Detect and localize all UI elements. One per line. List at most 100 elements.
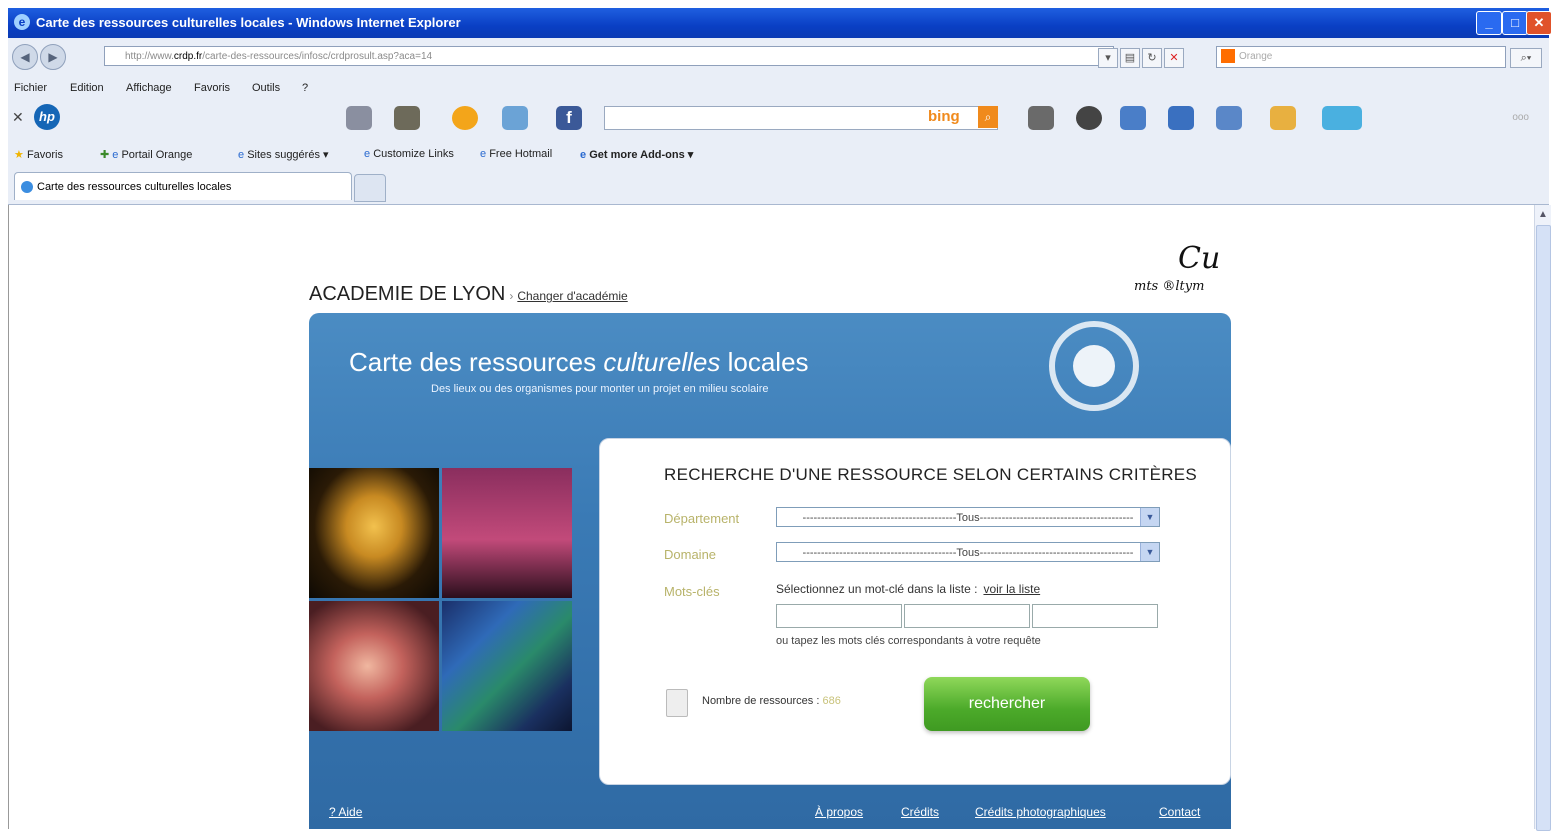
fav-portail-orange[interactable]: ✚ e Portail Orange [100,148,192,161]
credits-link[interactable]: Crédits [901,805,939,819]
tab-active[interactable]: Carte des ressources culturelles locales [14,172,352,200]
scroll-thumb[interactable] [1536,225,1551,831]
fav-sites-suggeres[interactable]: e Sites suggérés ▾ [238,148,329,161]
voir-la-liste-link[interactable]: voir la liste [983,582,1040,596]
search-placeholder: Orange [1239,51,1273,62]
tool-icon-6[interactable] [1216,106,1242,130]
tool-icon-7[interactable] [1270,106,1296,130]
fav-customize-links[interactable]: e Customize Links [364,148,454,160]
weather-icon[interactable] [452,106,478,130]
dropdown-icon[interactable]: ▾ [1098,48,1118,68]
menu-outils[interactable]: Outils [252,82,280,94]
keyword-input-1[interactable] [776,604,902,628]
credits-photo-link[interactable]: Crédits photographiques [975,805,1106,819]
fav-customize-label: Customize Links [373,148,454,160]
close-toolbar-icon[interactable]: ✕ [12,109,24,126]
forward-icon[interactable]: ▶ [40,44,66,70]
url-prefix: http://www. [125,51,174,62]
window-title: Carte des ressources culturelles locales… [36,15,461,30]
keyword-input-2[interactable] [904,604,1030,628]
menu-fichier[interactable]: Fichier [14,82,47,94]
scroll-up-icon[interactable]: ▲ [1535,207,1551,223]
fav-hotmail-label: Free Hotmail [489,148,553,160]
eye-icon[interactable] [1076,106,1102,130]
fav-portail-label: Portail Orange [121,149,193,161]
hp-logo-icon[interactable]: hp [34,104,60,130]
keyword-hint-text: Sélectionnez un mot-clé dans la liste : [776,582,978,596]
favorites-button[interactable]: ★ Favoris [14,148,63,161]
ie-page-icon: e [112,149,119,161]
domaine-select[interactable]: ----------------------------------------… [776,542,1160,562]
minimize-button[interactable]: _ [1476,11,1502,35]
new-tab-button[interactable] [354,174,386,202]
bing-search-icon[interactable]: ⌕ [978,106,998,128]
menu-affichage[interactable]: Affichage [126,82,172,94]
orange-icon [1221,49,1235,64]
resource-count: Nombre de ressources : 686 [702,695,841,707]
menu-help[interactable]: ? [302,82,308,94]
hp-toolbar: ✕ hp f bing ⌕ ooo [8,100,1549,134]
search-box[interactable]: Orange [1216,46,1506,68]
photo-performer [309,601,439,731]
banner-title: Carte des ressources culturelles locales [349,347,809,378]
bing-logo: bing [928,108,960,125]
chat-icon[interactable] [1168,106,1194,130]
more-icon[interactable]: ooo [1512,112,1529,123]
chevron-down-icon[interactable]: ▼ [1140,508,1159,526]
maximize-button[interactable]: □ [1502,11,1528,35]
aide-link[interactable]: ? Aide [329,805,362,819]
count-label: Nombre de ressources : [702,695,820,707]
menu-favoris[interactable]: Favoris [194,82,230,94]
tool-icon-4[interactable] [502,106,528,130]
chevron-down-icon[interactable]: ▼ [1140,543,1159,561]
menu-bar: Fichier Edition Affichage Favoris Outils… [8,78,1549,98]
fav-sites-label: Sites suggérés ▾ [247,149,329,161]
compat-icon[interactable]: ▤ [1120,48,1140,68]
window-titlebar: e Carte des ressources culturelles local… [8,8,1552,38]
tool-icon-2[interactable] [394,106,420,130]
photo-collage [309,468,575,734]
menu-edition[interactable]: Edition [70,82,104,94]
ie-icon: e [14,14,30,30]
tool-icon-1[interactable] [346,106,372,130]
tool-icon-8[interactable] [1322,106,1362,130]
vertical-scrollbar[interactable]: ▲ [1534,205,1551,831]
url-path: /carte-des-ressources/infosc/crdprosult.… [202,51,433,62]
cultures-logo: Cu mts ®ltym [1134,241,1234,321]
separator: › [509,289,514,303]
tool-icon-5[interactable] [1028,106,1054,130]
fav-get-addons[interactable]: e Get more Add-ons ▾ [580,148,693,161]
ie-page-icon: e [580,149,587,161]
facebook-icon[interactable]: f [556,106,582,130]
address-bar: ◀ ▶ http://www.crdp.fr/carte-des-ressour… [8,42,1549,72]
favorites-label: Favoris [26,149,63,161]
close-button[interactable]: ✕ [1526,11,1552,35]
search-panel: RECHERCHE D'UNE RESSOURCE SELON CERTAINS… [599,438,1231,785]
domaine-value: ----------------------------------------… [802,547,1134,559]
mots-cles-label: Mots-clés [664,584,720,599]
photo-stained-glass [442,601,572,731]
thumbs-up-icon[interactable] [1120,106,1146,130]
rechercher-button[interactable]: rechercher [924,677,1090,731]
logo-script: mts ®ltym [1134,279,1205,294]
contact-link[interactable]: Contact [1159,805,1200,819]
domaine-label: Domaine [664,547,717,562]
back-icon[interactable]: ◀ [12,44,38,70]
change-academy-link[interactable]: Changer d'académie [517,289,627,303]
keyword-input-3[interactable] [1032,604,1158,628]
photo-dome [309,468,439,598]
refresh-icon[interactable]: ↻ [1142,48,1162,68]
departement-select[interactable]: ----------------------------------------… [776,507,1160,527]
fav-addons-label: Get more Add-ons ▾ [589,149,694,161]
apropos-link[interactable]: À propos [815,805,863,819]
url-field[interactable]: http://www.crdp.fr/carte-des-ressources/… [104,46,1114,66]
departement-label: Département [664,511,740,526]
search-icon[interactable]: ⌕▾ [1510,48,1542,68]
banner-subtitle: Des lieux ou des organismes pour monter … [431,383,769,395]
ie-page-icon: e [480,148,487,160]
banner-title-part-a: Carte des ressources [349,347,604,377]
browser-chrome: ◀ ▶ http://www.crdp.fr/carte-des-ressour… [8,38,1549,205]
stop-icon[interactable]: ✕ [1164,48,1184,68]
ie-page-icon: e [238,149,245,161]
fav-free-hotmail[interactable]: e Free Hotmail [480,148,552,160]
